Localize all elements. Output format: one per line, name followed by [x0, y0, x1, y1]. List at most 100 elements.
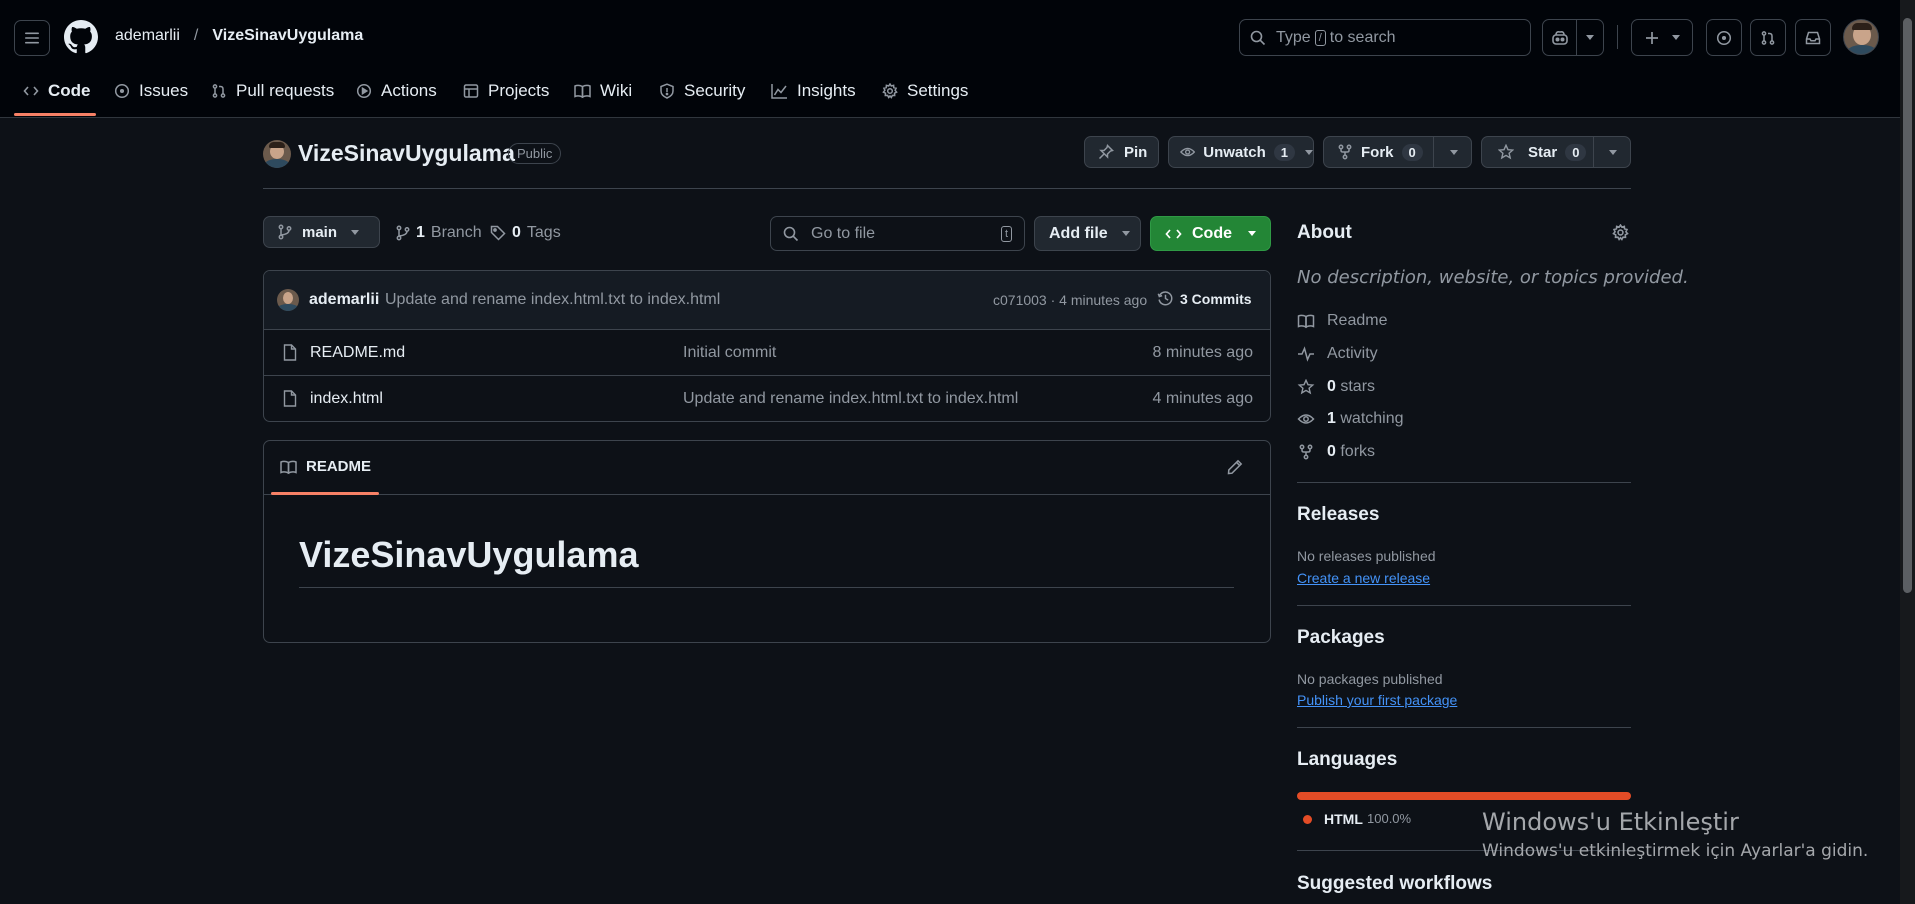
breadcrumb: ademarlii / VizeSinavUygulama	[115, 27, 363, 45]
tab-pull-requests[interactable]: Pull requests	[211, 78, 334, 104]
tab-wiki[interactable]: Wiki	[574, 78, 632, 104]
chevron-down-icon[interactable]	[1609, 150, 1617, 155]
plus-icon	[1646, 31, 1658, 44]
windows-watermark-title: Windows'u Etkinleştir	[1482, 808, 1739, 836]
tab-projects[interactable]: Projects	[463, 78, 549, 104]
star-label: Star	[1528, 143, 1558, 161]
search-shortcut-key: /	[1314, 29, 1326, 46]
readme-tab[interactable]: README	[280, 458, 371, 475]
activity-link[interactable]: Activity	[1297, 345, 1378, 363]
pulse-icon	[1298, 346, 1314, 362]
about-settings-button[interactable]	[1612, 224, 1629, 241]
history-icon	[1157, 291, 1173, 306]
git-pull-request-icon	[1761, 30, 1775, 45]
copilot-icon	[1551, 30, 1568, 45]
windows-watermark-subtitle: Windows'u etkinleştirmek için Ayarlar'a …	[1482, 841, 1869, 861]
publish-package-link[interactable]: Publish your first package	[1297, 692, 1457, 708]
search-input[interactable]: Type / to search	[1239, 19, 1531, 56]
commit-meta[interactable]: c071003 · 4 minutes ago	[993, 292, 1147, 308]
edit-readme-button[interactable]	[1227, 459, 1243, 475]
user-avatar[interactable]	[1843, 19, 1879, 55]
commit-message[interactable]: Update and rename index.html.txt to inde…	[385, 291, 720, 309]
pin-button[interactable]: Pin	[1084, 136, 1159, 168]
tab-label: Wiki	[600, 81, 633, 100]
chevron-down-icon	[1248, 231, 1256, 236]
stars-count: 0	[1327, 378, 1336, 395]
forks-link[interactable]: 0 forks	[1297, 443, 1375, 461]
watching-count: 1	[1327, 410, 1336, 427]
tab-issues[interactable]: Issues	[114, 78, 188, 104]
tab-insights[interactable]: Insights	[771, 78, 856, 104]
branch-selector[interactable]: main	[263, 216, 380, 248]
tags-link[interactable]: 0 Tags	[490, 224, 561, 242]
tag-count-label: Tags	[526, 224, 561, 241]
go-to-file-placeholder: Go to file	[811, 224, 876, 242]
chevron-down-icon	[1121, 231, 1130, 236]
language-name[interactable]: HTML	[1324, 811, 1363, 827]
breadcrumb-repo[interactable]: VizeSinavUygulama	[212, 27, 363, 45]
file-row[interactable]: README.md Initial commit 8 minutes ago	[263, 329, 1271, 375]
file-name[interactable]: README.md	[310, 344, 405, 362]
issues-shortcut-button[interactable]	[1706, 19, 1742, 56]
star-button[interactable]: Star 0	[1481, 136, 1631, 168]
watching-label: watching	[1340, 410, 1404, 427]
button-divider	[1433, 137, 1434, 167]
repo-owner-avatar[interactable]	[263, 140, 291, 168]
tab-settings[interactable]: Settings	[882, 78, 968, 104]
languages-title: Languages	[1297, 749, 1398, 770]
sidebar-divider	[1297, 727, 1631, 728]
go-to-file-shortcut: t	[1000, 226, 1012, 242]
stars-link[interactable]: 0 stars	[1297, 378, 1375, 396]
gear-icon	[882, 83, 898, 99]
create-release-link[interactable]: Create a new release	[1297, 570, 1430, 586]
eye-icon	[1297, 414, 1315, 424]
file-row[interactable]: index.html Update and rename index.html.…	[263, 375, 1271, 421]
go-to-file-input[interactable]: Go to file t	[770, 216, 1025, 251]
file-icon	[283, 344, 297, 361]
sidebar-divider	[1297, 605, 1631, 606]
repo-name[interactable]: VizeSinavUygulama	[298, 140, 515, 167]
readme-link[interactable]: Readme	[1297, 312, 1387, 330]
packages-title[interactable]: Packages	[1297, 627, 1385, 649]
scrollbar-thumb[interactable]	[1903, 18, 1912, 593]
create-new-button[interactable]	[1631, 19, 1693, 56]
issue-opened-icon	[1716, 30, 1732, 45]
breadcrumb-owner[interactable]: ademarlii	[115, 27, 180, 45]
branches-link[interactable]: 1 Branch	[396, 224, 482, 242]
book-icon	[280, 460, 297, 474]
tab-security[interactable]: Security	[659, 78, 745, 104]
fork-button[interactable]: Fork 0	[1323, 136, 1472, 168]
file-commit-message[interactable]: Update and rename index.html.txt to inde…	[683, 390, 1018, 408]
add-file-button[interactable]: Add file	[1034, 216, 1141, 251]
inbox-button[interactable]	[1795, 19, 1831, 56]
branch-count: 1	[416, 224, 425, 241]
header-divider	[263, 188, 1631, 189]
commit-author[interactable]: ademarlii	[309, 291, 379, 309]
breadcrumb-separator: /	[193, 27, 199, 44]
tab-actions[interactable]: Actions	[356, 78, 437, 104]
file-name[interactable]: index.html	[310, 390, 383, 408]
pull-requests-shortcut-button[interactable]	[1750, 19, 1786, 56]
tab-label: Security	[684, 81, 746, 100]
issue-opened-icon	[114, 83, 130, 99]
gear-icon	[1612, 224, 1629, 241]
releases-title[interactable]: Releases	[1297, 504, 1379, 526]
file-commit-time: 4 minutes ago	[1152, 389, 1253, 407]
tab-code[interactable]: Code	[23, 78, 91, 104]
tag-icon	[490, 225, 506, 241]
activity-link-label: Activity	[1327, 345, 1378, 362]
watching-link[interactable]: 1 watching	[1297, 410, 1404, 428]
releases-note: No releases published	[1297, 548, 1436, 564]
menu-button[interactable]	[14, 20, 50, 56]
chevron-down-icon	[1305, 149, 1313, 155]
github-logo-icon[interactable]	[64, 20, 98, 54]
git-pull-request-icon	[212, 84, 226, 98]
commit-author-avatar[interactable]	[277, 289, 299, 311]
copilot-button[interactable]	[1542, 19, 1604, 56]
commits-link[interactable]: 3 Commits	[1157, 290, 1252, 307]
chevron-down-icon[interactable]	[1450, 150, 1458, 155]
unwatch-button[interactable]: Unwatch 1	[1168, 136, 1314, 168]
file-commit-message[interactable]: Initial commit	[683, 344, 776, 362]
sidebar-divider	[1297, 482, 1631, 483]
code-button[interactable]: Code	[1150, 216, 1271, 251]
